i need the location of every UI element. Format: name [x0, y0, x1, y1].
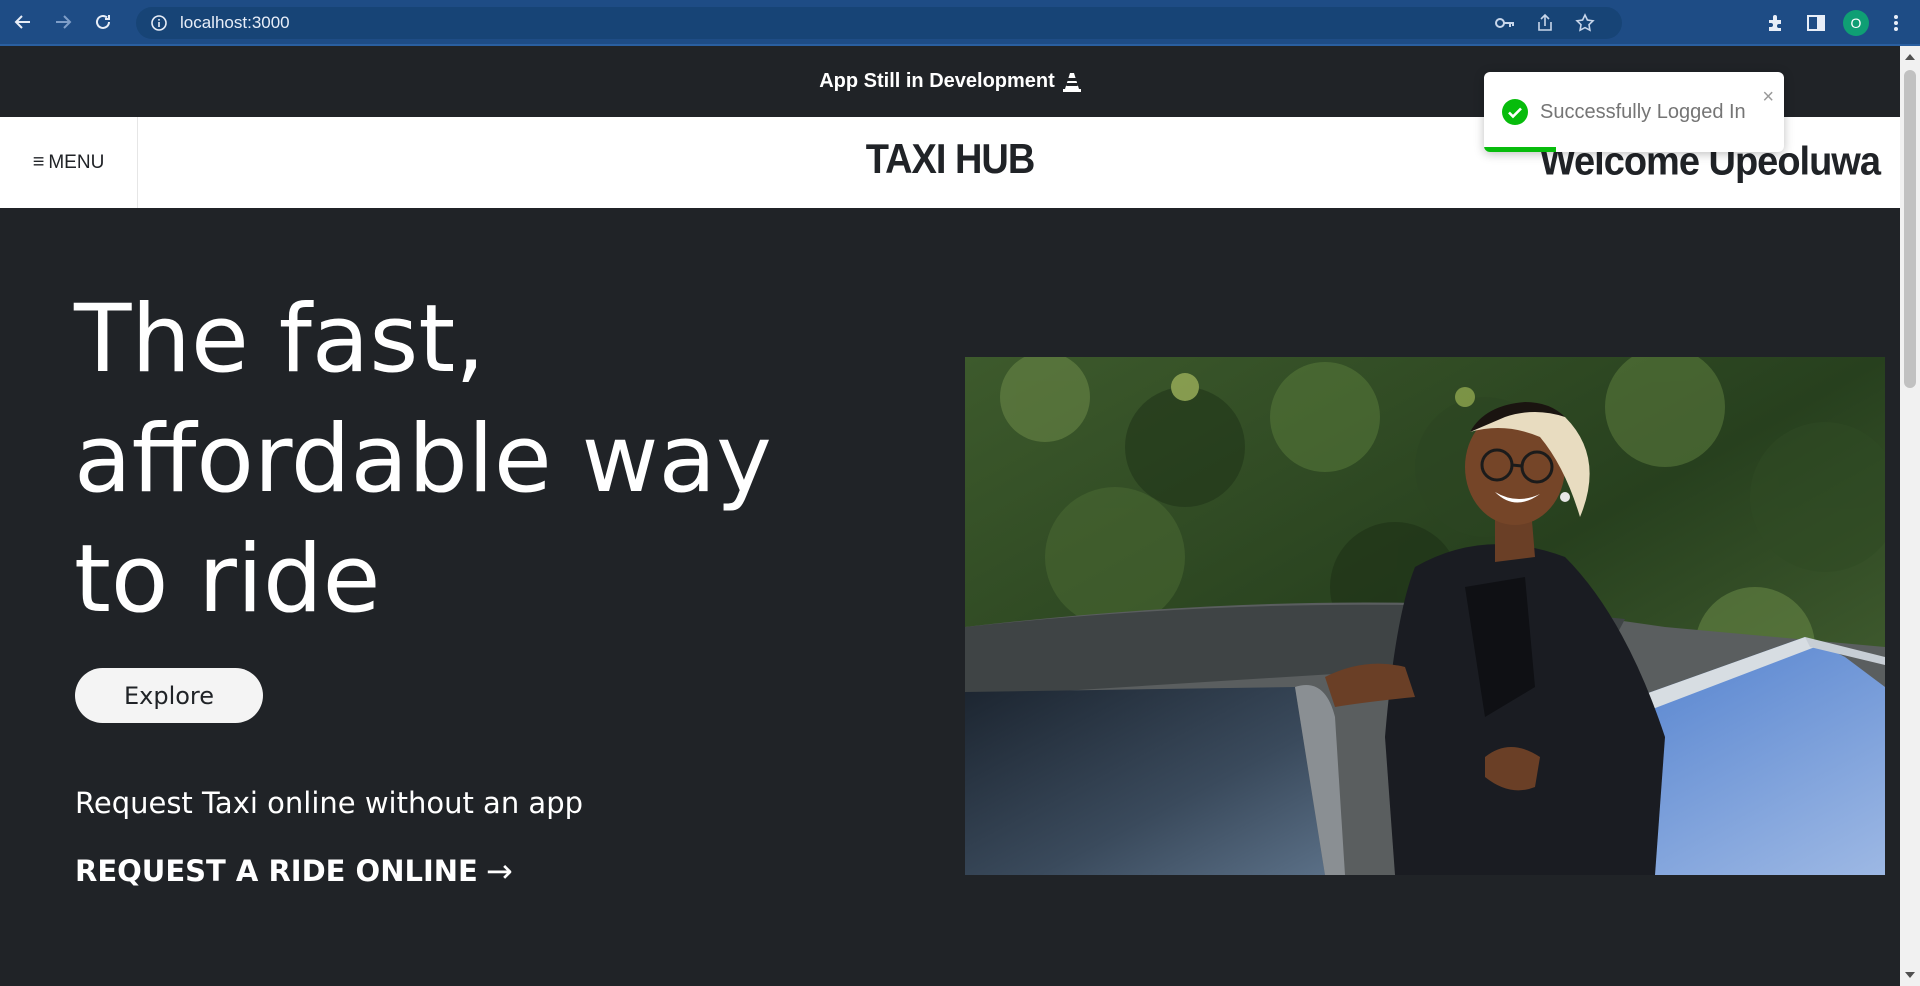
more-vert-icon[interactable]: [1882, 6, 1910, 40]
menu-button[interactable]: ≡ MENU: [0, 117, 138, 208]
arrow-right-icon[interactable]: →: [486, 852, 513, 890]
scroll-down-icon[interactable]: [1905, 972, 1915, 978]
share-icon[interactable]: [1532, 12, 1558, 34]
star-icon[interactable]: [1572, 12, 1598, 34]
request-ride-label[interactable]: REQUEST A RIDE ONLINE: [75, 854, 478, 888]
key-icon[interactable]: [1492, 12, 1518, 34]
hero-title: The fast, affordable way to ride: [74, 280, 834, 640]
hero-subtitle: Request Taxi online without an app: [75, 786, 584, 820]
hero-title-line: to ride: [74, 525, 381, 634]
traffic-cone-icon: [1062, 72, 1081, 92]
explore-button[interactable]: Explore: [75, 668, 263, 723]
request-ride-link[interactable]: REQUEST A RIDE ONLINE →: [75, 852, 513, 890]
address-bar[interactable]: localhost:3000: [136, 7, 1622, 39]
forward-arrow-icon[interactable]: [46, 5, 80, 39]
scroll-up-icon[interactable]: [1905, 54, 1915, 60]
success-toast[interactable]: Successfully Logged In ×: [1484, 72, 1784, 152]
side-panel-icon[interactable]: [1802, 6, 1830, 40]
hamburger-icon: ≡: [32, 151, 45, 173]
url-text[interactable]: localhost:3000: [180, 13, 290, 33]
site-info-icon[interactable]: [150, 14, 168, 32]
brand-logo[interactable]: TAXI HUB: [866, 137, 1036, 184]
menu-label: MENU: [48, 151, 105, 173]
hero-title-line: affordable way: [74, 405, 772, 514]
hero-image: [965, 357, 1885, 875]
hero-title-line: The fast,: [74, 285, 486, 394]
extensions-icon[interactable]: [1762, 6, 1790, 40]
dev-banner-text: App Still in Development: [819, 70, 1055, 92]
toast-message: Successfully Logged In: [1540, 101, 1746, 123]
check-circle-icon: [1502, 99, 1528, 125]
scroll-thumb[interactable]: [1904, 70, 1916, 388]
page-scrollbar[interactable]: [1900, 46, 1920, 986]
profile-avatar[interactable]: O: [1842, 6, 1870, 40]
back-arrow-icon[interactable]: [6, 5, 40, 39]
toast-progress-bar: [1484, 147, 1556, 152]
close-icon[interactable]: ×: [1762, 86, 1774, 109]
reload-icon[interactable]: [86, 5, 120, 39]
hero-section: The fast, affordable way to ride Explore…: [0, 208, 1900, 986]
browser-toolbar: localhost:3000 O: [0, 0, 1920, 46]
